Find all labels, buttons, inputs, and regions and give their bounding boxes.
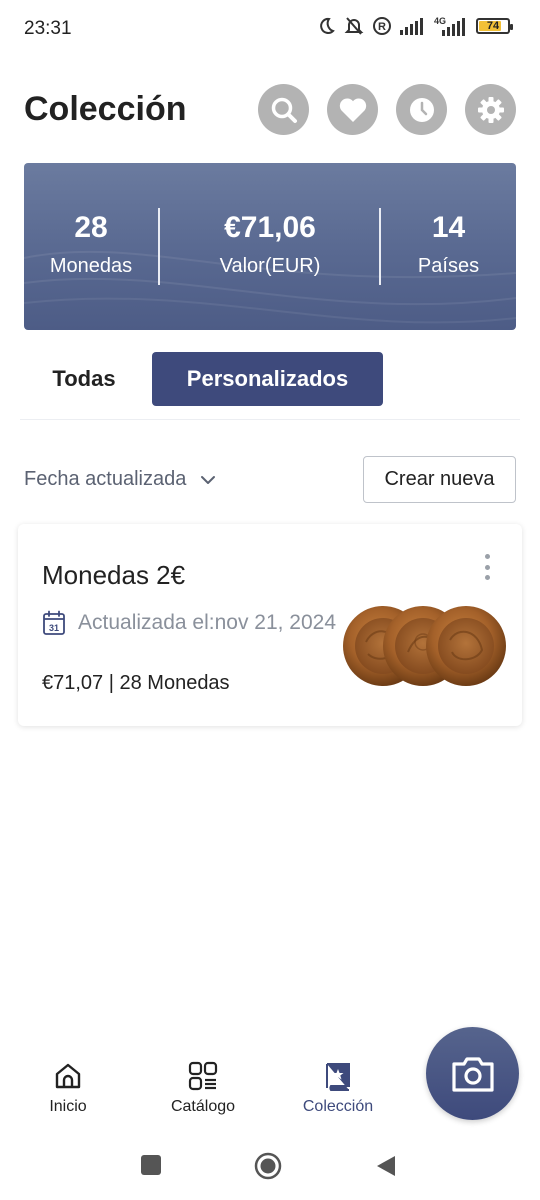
stat-coins-label: Monedas <box>49 255 133 277</box>
home-circle-icon[interactable] <box>254 1152 282 1180</box>
page-title: Colección <box>24 90 187 128</box>
collection-title: Monedas 2€ <box>42 560 186 590</box>
collection-icon <box>326 1063 350 1091</box>
clock-icon <box>409 97 434 122</box>
status-bar: 23:31 R 4G 74 <box>0 0 540 58</box>
calendar-day: 31 <box>49 623 59 633</box>
sort-label: Fecha actualizada <box>24 468 187 490</box>
header: Colección <box>24 82 516 138</box>
system-nav-bar <box>0 1140 540 1200</box>
sort-dropdown[interactable]: Fecha actualizada <box>24 468 216 491</box>
coins-image <box>343 606 506 686</box>
registered-icon: R <box>373 17 391 35</box>
collection-updated-text: Actualizada el:nov 21, 2024 <box>78 611 337 634</box>
stat-value-amount: €71,06 <box>224 211 316 244</box>
stat-coins-value: 28 <box>74 211 108 244</box>
stat-countries-label: Países <box>417 255 480 277</box>
stat-value-label: Valor(EUR) <box>219 255 321 277</box>
bell-off-icon <box>344 17 364 35</box>
stats-card: 28 Monedas €71,06 Valor(EUR) 14 Países <box>24 163 516 330</box>
stat-countries: 14 Países <box>381 211 516 278</box>
catalog-icon <box>188 1061 218 1091</box>
nav-item-home[interactable]: Inicio <box>13 1060 123 1116</box>
heart-icon <box>339 97 366 122</box>
signal-4g-icon: 4G <box>434 16 465 36</box>
create-new-button[interactable]: Crear nueva <box>363 456 516 503</box>
chevron-down-icon <box>201 475 216 484</box>
tab-all[interactable]: Todas <box>24 352 144 406</box>
svg-text:R: R <box>378 21 386 33</box>
history-button[interactable] <box>396 84 447 135</box>
favorites-button[interactable] <box>327 84 378 135</box>
nav-item-collection-label: Colección <box>302 1098 374 1115</box>
network-label: 4G <box>434 16 446 26</box>
battery-level: 74 <box>486 20 500 32</box>
recents-icon[interactable] <box>140 1154 162 1176</box>
nav-item-home-label: Inicio <box>49 1098 87 1115</box>
settings-button[interactable] <box>465 84 516 135</box>
calendar-icon: 31 <box>43 610 65 635</box>
signal-icon <box>400 18 423 35</box>
camera-icon <box>451 1056 494 1092</box>
status-time: 23:31 <box>24 18 72 39</box>
stat-value: €71,06 Valor(EUR) <box>160 211 380 278</box>
battery-icon: 74 <box>476 18 513 34</box>
moon-icon <box>320 17 335 34</box>
stat-countries-value: 14 <box>431 211 466 244</box>
nav-item-catalog-label: Catálogo <box>170 1098 236 1115</box>
search-icon <box>271 97 297 123</box>
nav-item-collection[interactable]: Colección <box>283 1060 393 1116</box>
gear-icon <box>477 96 504 123</box>
tabs-divider <box>20 419 520 420</box>
collection-card[interactable]: Monedas 2€ 31 Actualizada el:nov 21, 202… <box>18 524 522 726</box>
back-icon[interactable] <box>375 1154 397 1178</box>
status-icons: R 4G 74 <box>316 16 513 36</box>
sort-row: Fecha actualizada Crear nueva <box>24 456 516 503</box>
collection-updated: 31 Actualizada el:nov 21, 2024 <box>42 610 336 636</box>
nav-item-catalog[interactable]: Catálogo <box>148 1060 258 1116</box>
search-button[interactable] <box>258 84 309 135</box>
collection-tabs: Todas Personalizados <box>24 352 516 406</box>
header-actions <box>258 84 516 135</box>
camera-button[interactable] <box>426 1027 519 1120</box>
more-options-icon[interactable] <box>480 554 494 580</box>
home-icon <box>55 1063 81 1089</box>
stat-coins: 28 Monedas <box>24 211 158 278</box>
tab-custom[interactable]: Personalizados <box>152 352 383 406</box>
collection-summary: €71,07 | 28 Monedas <box>42 672 230 694</box>
